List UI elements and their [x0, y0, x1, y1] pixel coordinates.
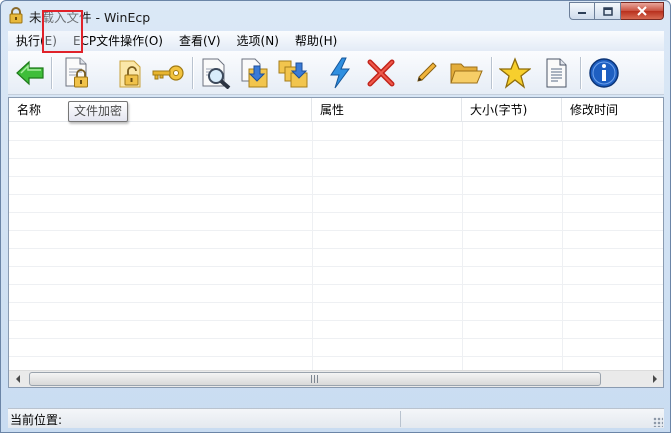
grid-line	[9, 302, 663, 303]
scroll-thumb[interactable]	[29, 372, 601, 386]
column-modified-time[interactable]: 修改时间	[562, 98, 663, 122]
grid-line	[9, 230, 663, 231]
open-folder-button[interactable]	[448, 55, 484, 91]
scroll-left-button[interactable]	[9, 371, 26, 387]
view-file-icon	[202, 58, 231, 89]
grid-line	[9, 320, 663, 321]
toolbar-separator	[192, 57, 193, 89]
menu-bar: 执行(E) ECP文件操作(O) 查看(V) 选项(N) 帮助(H)	[8, 31, 664, 51]
grid-line	[9, 266, 663, 267]
column-name[interactable]: 名称	[9, 98, 312, 122]
grid-line	[9, 338, 663, 339]
app-window: 未载入文件 - WinEcp 执行(E) ECP文件操作(O) 查看(V) 选项…	[0, 0, 671, 433]
grid-line	[9, 158, 663, 159]
status-bar: 当前位置:	[8, 408, 664, 428]
column-divider	[312, 122, 313, 370]
maximize-icon	[602, 6, 613, 16]
document-button[interactable]	[538, 55, 574, 91]
column-size-bytes[interactable]: 大小(字节)	[462, 98, 562, 122]
grid-line	[9, 176, 663, 177]
file-list[interactable]: 名称 属性 大小(字节) 修改时间	[8, 97, 664, 388]
folder-open-icon	[450, 63, 483, 84]
grid-line	[9, 140, 663, 141]
title-bar[interactable]: 未载入文件 - WinEcp	[1, 1, 670, 31]
extract-all-button[interactable]	[276, 55, 312, 91]
menu-view[interactable]: 查看(V)	[171, 31, 229, 51]
toolbar-separator	[491, 57, 492, 89]
toolbar-separator	[51, 57, 52, 89]
key-icon	[152, 65, 184, 81]
caption-buttons	[569, 2, 664, 20]
key-button[interactable]	[150, 55, 186, 91]
minimize-icon	[578, 12, 586, 14]
back-button[interactable]	[12, 55, 48, 91]
grid-line	[9, 356, 663, 357]
delete-button[interactable]	[363, 55, 399, 91]
menu-help[interactable]: 帮助(H)	[287, 31, 345, 51]
status-pane-divider	[400, 411, 401, 427]
toolbar	[8, 51, 664, 95]
extract-file-icon	[241, 58, 268, 88]
lock-app-icon	[9, 7, 23, 24]
decrypt-lock-icon	[119, 60, 141, 88]
close-button[interactable]	[621, 2, 664, 20]
list-body[interactable]	[9, 122, 663, 370]
minimize-button[interactable]	[569, 2, 595, 20]
maximize-button[interactable]	[595, 2, 621, 20]
lightning-icon	[330, 57, 350, 89]
document-icon	[546, 58, 567, 88]
quick-action-button[interactable]	[322, 55, 358, 91]
encrypt-file-icon	[65, 57, 88, 88]
encrypt-file-button[interactable]	[59, 55, 95, 91]
rename-button[interactable]	[408, 55, 444, 91]
resize-grip-icon[interactable]	[653, 417, 663, 427]
scroll-right-button[interactable]	[646, 371, 663, 387]
pencil-icon	[417, 62, 437, 82]
about-button[interactable]	[586, 55, 622, 91]
back-arrow-icon	[16, 60, 44, 86]
tooltip: 文件加密	[68, 101, 129, 122]
grid-line	[9, 194, 663, 195]
current-location-label: 当前位置:	[10, 413, 63, 427]
column-divider	[462, 122, 463, 370]
scroll-right-icon	[652, 375, 657, 383]
highlight-box	[42, 10, 83, 53]
extract-file-button[interactable]	[237, 55, 273, 91]
decrypt-button[interactable]	[112, 55, 148, 91]
grid-line	[9, 284, 663, 285]
star-icon	[499, 57, 531, 89]
extract-all-icon	[278, 60, 308, 88]
delete-x-icon	[367, 59, 395, 87]
horizontal-scrollbar[interactable]	[9, 370, 663, 387]
column-attributes[interactable]: 属性	[312, 98, 462, 122]
view-file-button[interactable]	[198, 55, 234, 91]
toolbar-separator	[580, 57, 581, 89]
grid-line	[9, 212, 663, 213]
scroll-grip-icon	[310, 375, 320, 383]
scroll-left-icon	[15, 375, 20, 383]
column-divider	[562, 122, 563, 370]
info-icon	[589, 58, 619, 88]
close-icon	[637, 6, 647, 16]
grid-line	[9, 248, 663, 249]
favorite-button[interactable]	[497, 55, 533, 91]
menu-options[interactable]: 选项(N)	[229, 31, 287, 51]
